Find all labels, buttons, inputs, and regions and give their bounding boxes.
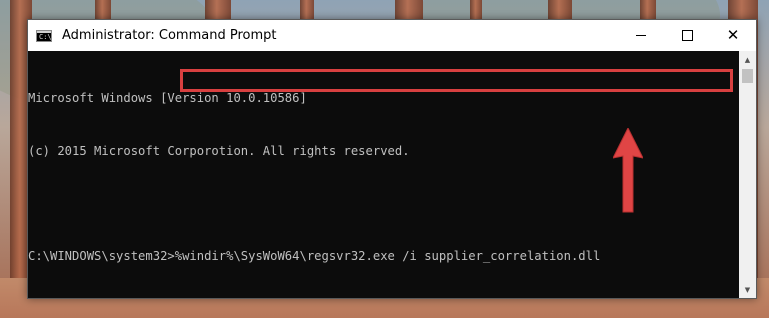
close-icon: ✕ [726, 26, 740, 44]
console-line: Microsoft Windows [Version 10.0.10586] [28, 91, 307, 105]
minimize-button[interactable] [618, 20, 664, 51]
close-button[interactable]: ✕ [710, 20, 756, 51]
minimize-icon [636, 35, 646, 36]
title-bar[interactable]: C:\ Administrator: Command Prompt ✕ [28, 20, 756, 51]
scrollbar-thumb[interactable] [742, 69, 753, 83]
maximize-button[interactable] [664, 20, 710, 51]
scroll-up-icon[interactable]: ▲ [739, 51, 756, 68]
red-arrow-icon [613, 128, 643, 213]
command-prompt-window: C:\ Administrator: Command Prompt ✕ Micr… [27, 19, 757, 299]
icon-glyph: C:\ [39, 32, 52, 41]
maximize-icon [681, 30, 693, 41]
window-title: Administrator: Command Prompt [62, 28, 277, 43]
scroll-down-icon[interactable]: ▼ [739, 281, 756, 298]
command-line[interactable]: C:\WINDOWS\system32>%windir%\SysWoW64\re… [28, 248, 739, 266]
vertical-scrollbar[interactable]: ▲ ▼ [739, 51, 756, 298]
command-prompt-icon[interactable]: C:\ [36, 29, 52, 42]
command-highlight-box [180, 69, 733, 92]
